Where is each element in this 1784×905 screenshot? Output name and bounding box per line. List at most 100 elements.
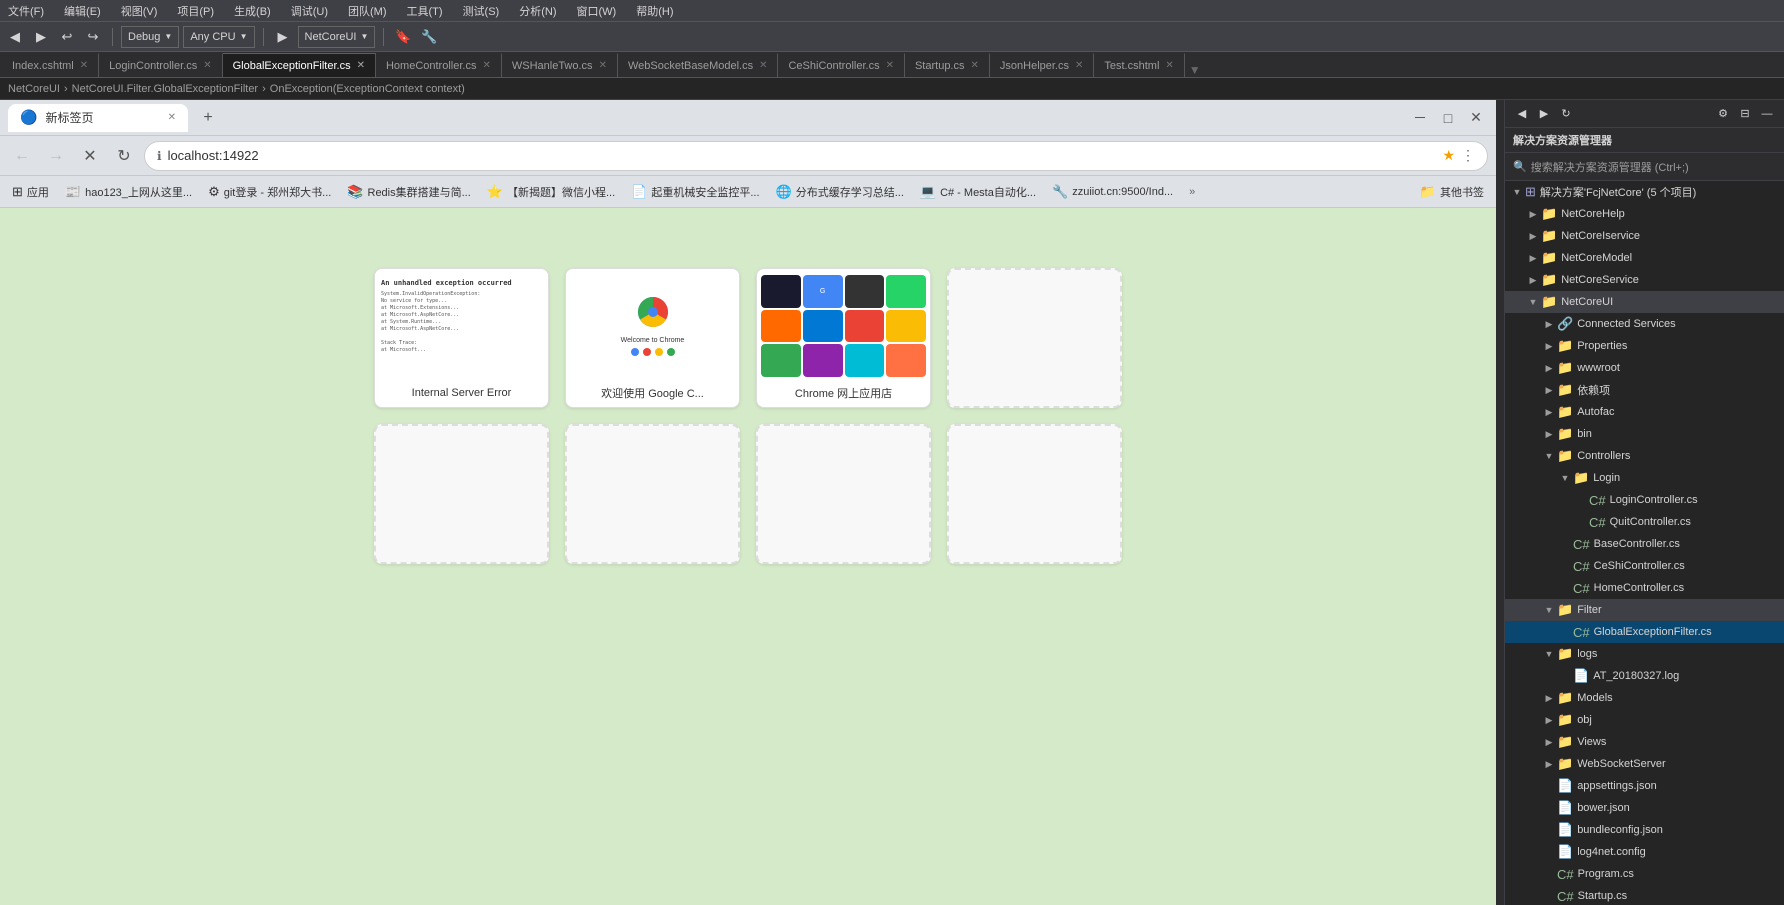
menu-debug[interactable]: 调试(U) — [287, 1, 332, 21]
tab-homecontroller-close[interactable]: ✕ — [482, 60, 490, 71]
chrome-close[interactable]: ✕ — [1464, 106, 1488, 130]
undo-btn[interactable]: ↩ — [56, 26, 78, 48]
chrome-back[interactable]: ← — [8, 142, 36, 170]
tab-index-close[interactable]: ✕ — [80, 60, 88, 71]
tree-connectedservices[interactable]: ▶ 🔗 Connected Services — [1505, 313, 1784, 335]
bookmark-git[interactable]: ⚙ git登录 - 郑州郑大书... — [204, 182, 335, 202]
thumbnail-welcome[interactable]: Welcome to Chrome 欢迎使用 Google C... — [565, 268, 740, 408]
redo-btn[interactable]: ↪ — [82, 26, 104, 48]
thumbnail-empty-1[interactable] — [947, 268, 1122, 408]
tree-logs[interactable]: ▼ 📁 logs — [1505, 643, 1784, 665]
tree-appsettings[interactable]: ▶ 📄 appsettings.json — [1505, 775, 1784, 797]
menu-help[interactable]: 帮助(H) — [632, 1, 677, 21]
tab-jsonhelper-close[interactable]: ✕ — [1075, 60, 1083, 71]
bookmark-others[interactable]: 📁 其他书签 — [1416, 182, 1488, 202]
tree-logfile[interactable]: ▶ 📄 AT_20180327.log — [1505, 665, 1784, 687]
tree-log4net[interactable]: ▶ 📄 log4net.config — [1505, 841, 1784, 863]
tab-wshanle[interactable]: WSHanleTwo.cs ✕ — [502, 53, 618, 77]
tree-controllers[interactable]: ▼ 📁 Controllers — [1505, 445, 1784, 467]
tree-program[interactable]: ▶ C# Program.cs — [1505, 863, 1784, 885]
tree-filter[interactable]: ▼ 📁 Filter — [1505, 599, 1784, 621]
tree-solution[interactable]: ▼ ⊞ 解决方案'FcjNetCore' (5 个项目) — [1505, 181, 1784, 203]
thumbnail-empty-5[interactable] — [947, 424, 1122, 564]
bookmark-star-icon[interactable]: ★ — [1442, 147, 1455, 164]
menu-build[interactable]: 生成(B) — [230, 1, 275, 21]
tab-logincontroller-close[interactable]: ✕ — [203, 60, 211, 71]
thumbnail-empty-4[interactable] — [756, 424, 931, 564]
tree-wwwroot[interactable]: ▶ 📁 wwwroot — [1505, 357, 1784, 379]
tab-logincontroller[interactable]: LoginController.cs ✕ — [99, 53, 222, 77]
menu-project[interactable]: 项目(P) — [173, 1, 218, 21]
thumbnail-appstore[interactable]: G — [756, 268, 931, 408]
tree-properties[interactable]: ▶ 📁 Properties — [1505, 335, 1784, 357]
thumbnail-error[interactable]: An unhandled exception occurred System.I… — [374, 268, 549, 408]
tree-login-folder[interactable]: ▼ 📁 Login — [1505, 467, 1784, 489]
tree-netcorehelp[interactable]: ▶ 📁 NetCoreHelp — [1505, 203, 1784, 225]
menu-window[interactable]: 窗口(W) — [573, 1, 621, 21]
tree-websocketserver[interactable]: ▶ 📁 WebSocketServer — [1505, 753, 1784, 775]
tree-basecontroller[interactable]: ▶ C# BaseController.cs — [1505, 533, 1784, 555]
project-dropdown[interactable]: NetCoreUI ▼ — [298, 26, 376, 48]
tab-startup-close[interactable]: ✕ — [971, 60, 979, 71]
sidebar-back-btn[interactable]: ◀ — [1513, 105, 1531, 123]
gutter-vertical[interactable] — [1496, 100, 1504, 905]
tab-websocket[interactable]: WebSocketBaseModel.cs ✕ — [618, 53, 779, 77]
tab-testcshtml[interactable]: Test.cshtml ✕ — [1094, 53, 1184, 77]
tree-obj[interactable]: ▶ 📁 obj — [1505, 709, 1784, 731]
tree-globalexceptionfilter[interactable]: ▶ C# GlobalExceptionFilter.cs — [1505, 621, 1784, 643]
sidebar-settings-btn[interactable]: ⚙ — [1714, 105, 1732, 123]
tree-netcoremodel[interactable]: ▶ 📁 NetCoreModel — [1505, 247, 1784, 269]
menu-analyze[interactable]: 分析(N) — [515, 1, 560, 21]
tree-bin[interactable]: ▶ 📁 bin — [1505, 423, 1784, 445]
sidebar-filter-btn[interactable]: ⊟ — [1736, 105, 1754, 123]
tab-startup[interactable]: Startup.cs ✕ — [905, 53, 990, 77]
bookmark-csharp[interactable]: 💻 C# - Mesta自动化... — [916, 182, 1040, 202]
tab-globalexception[interactable]: GlobalExceptionFilter.cs ✕ — [223, 53, 376, 77]
tree-logincontroller[interactable]: ▶ C# LoginController.cs — [1505, 489, 1784, 511]
menu-test[interactable]: 测试(S) — [459, 1, 504, 21]
start-btn[interactable]: ▶ — [272, 26, 294, 48]
bookmark-btn[interactable]: 🔖 — [392, 26, 414, 48]
platform-dropdown[interactable]: Any CPU ▼ — [183, 26, 254, 48]
tree-startup-file[interactable]: ▶ C# Startup.cs — [1505, 885, 1784, 905]
chrome-minimize[interactable]: － — [1408, 106, 1432, 130]
bookmark-distributed[interactable]: 🌐 分布式缓存学习总结... — [772, 182, 908, 202]
bookmark-apps[interactable]: ⊞ 应用 — [8, 182, 53, 202]
pathbar-method[interactable]: OnException(ExceptionContext context) — [270, 83, 465, 95]
bookmarks-overflow[interactable]: » — [1189, 186, 1195, 198]
chrome-newtab[interactable]: + — [194, 104, 222, 132]
back-btn[interactable]: ◀ — [4, 26, 26, 48]
pathbar-project[interactable]: NetCoreUI — [8, 83, 60, 95]
menu-team[interactable]: 团队(M) — [344, 1, 391, 21]
chrome-tab-close[interactable]: ✕ — [168, 112, 176, 123]
bookmark-zzuiiot[interactable]: 🔧 zzuiiot.cn:9500/Ind... — [1048, 182, 1177, 202]
sidebar-refresh-btn[interactable]: ↻ — [1557, 105, 1575, 123]
tree-autofac[interactable]: ▶ 📁 Autofac — [1505, 401, 1784, 423]
tabs-overflow[interactable]: ▼ — [1185, 63, 1205, 77]
tab-jsonhelper[interactable]: JsonHelper.cs ✕ — [990, 53, 1094, 77]
tab-wshanle-close[interactable]: ✕ — [599, 60, 607, 71]
forward-btn[interactable]: ▶ — [30, 26, 52, 48]
bookmark-crane[interactable]: 📄 起重机械安全监控平... — [627, 182, 763, 202]
tree-bundleconfig[interactable]: ▶ 📄 bundleconfig.json — [1505, 819, 1784, 841]
tab-websocket-close[interactable]: ✕ — [759, 60, 767, 71]
tree-quitcontroller[interactable]: ▶ C# QuitController.cs — [1505, 511, 1784, 533]
menu-view[interactable]: 视图(V) — [117, 1, 162, 21]
tab-globalexception-close[interactable]: ✕ — [357, 60, 365, 71]
bookmark-redis[interactable]: 📚 Redis集群搭建与简... — [343, 182, 474, 202]
tree-dependencies[interactable]: ▶ 📁 依赖项 — [1505, 379, 1784, 401]
bookmark-wechat[interactable]: ⭐ 【新揭题】微信小程... — [483, 182, 619, 202]
sidebar-collapse-btn[interactable]: — — [1758, 105, 1776, 123]
tab-index[interactable]: Index.cshtml ✕ — [2, 53, 99, 77]
chrome-address-bar[interactable]: ℹ localhost:14922 ★ ⋮ — [144, 141, 1488, 171]
tab-ceshi[interactable]: CeShiController.cs ✕ — [778, 53, 904, 77]
address-menu-icon[interactable]: ⋮ — [1461, 147, 1475, 164]
tree-netcoreservice[interactable]: ▶ 📁 NetCoreService — [1505, 269, 1784, 291]
tree-models[interactable]: ▶ 📁 Models — [1505, 687, 1784, 709]
sidebar-forward-btn[interactable]: ▶ — [1535, 105, 1553, 123]
tab-testcshtml-close[interactable]: ✕ — [1165, 60, 1173, 71]
tab-ceshi-close[interactable]: ✕ — [886, 60, 894, 71]
sidebar-search-bar[interactable]: 🔍 搜索解决方案资源管理器 (Ctrl+;) — [1505, 153, 1784, 181]
tab-homecontroller[interactable]: HomeController.cs ✕ — [376, 53, 502, 77]
tools-btn[interactable]: 🔧 — [418, 26, 440, 48]
